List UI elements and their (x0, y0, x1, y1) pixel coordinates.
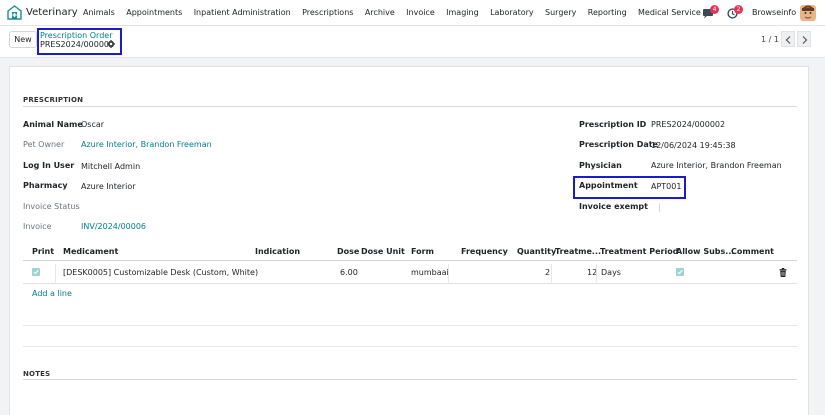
activity-count-badge: 2 (734, 5, 743, 14)
col-quantity[interactable]: Quantity (517, 247, 556, 256)
chevron-left-icon (785, 36, 791, 44)
col-medicament[interactable]: Medicament (63, 247, 118, 256)
avatar[interactable] (800, 5, 816, 21)
appointment-field[interactable]: APT001 (651, 182, 681, 191)
invoice-exempt-checkbox[interactable] (659, 203, 660, 212)
col-dose[interactable]: Dose (337, 247, 359, 256)
check-icon (33, 269, 39, 275)
app-name[interactable]: Veterinary (26, 7, 78, 18)
chevron-right-icon (802, 36, 808, 44)
company-name[interactable]: Browseinfo (752, 8, 796, 17)
menu-reporting[interactable]: Reporting (588, 8, 627, 17)
cell-divider (55, 264, 56, 282)
prescription-section-divider (23, 106, 797, 107)
menu-medical-service[interactable]: Medical Service (638, 8, 701, 17)
animal-name-field[interactable]: Oscar (81, 120, 104, 129)
login-user-label: Log In User (23, 161, 75, 170)
pharmacy-field[interactable]: Azure Interior (81, 182, 136, 191)
breadcrumb-current: PRES2024/000002 (40, 40, 115, 49)
menu-archive[interactable]: Archive (365, 8, 395, 17)
menu-imaging[interactable]: Imaging (446, 8, 479, 17)
menu-animals[interactable]: Animals (83, 8, 115, 17)
prescription-id-field: PRES2024/000002 (651, 120, 726, 129)
invoice-status-label: Invoice Status (23, 202, 80, 211)
pager-previous-button[interactable] (781, 31, 795, 47)
prescription-date-field[interactable]: 12/06/2024 19:45:38 (651, 141, 736, 150)
chat-count-badge: 4 (710, 5, 719, 14)
cell-divider (551, 264, 552, 282)
col-treatment[interactable]: Treatme... (555, 247, 601, 256)
quantity-cell[interactable]: 2 (545, 268, 550, 277)
pager-next-button[interactable] (797, 31, 811, 47)
menu-laboratory[interactable]: Laboratory (490, 8, 534, 17)
new-button[interactable]: New (9, 31, 37, 48)
menu-inpatient-administration[interactable]: Inpatient Administration (194, 8, 291, 17)
dose-cell[interactable]: 6.00 (340, 268, 358, 277)
veterinary-app-icon[interactable] (7, 5, 22, 20)
col-form[interactable]: Form (411, 247, 434, 256)
menu-invoice[interactable]: Invoice (406, 8, 435, 17)
form-cell[interactable]: mumbaai (411, 268, 449, 277)
main-menu: Animals Appointments Inpatient Administr… (83, 8, 712, 17)
add-line-link[interactable]: Add a line (32, 289, 72, 298)
form-sheet (9, 66, 809, 415)
breadcrumb-parent[interactable]: Prescription Order (40, 31, 112, 40)
notes-top-divider (23, 346, 797, 347)
pet-owner-field[interactable]: Azure Interior, Brandon Freeman (81, 140, 212, 149)
cell-divider (448, 264, 449, 282)
table-row-divider (23, 283, 797, 284)
cell-divider (596, 264, 597, 282)
physician-field[interactable]: Azure Interior, Brandon Freeman (651, 161, 782, 170)
login-user-field[interactable]: Mitchell Admin (81, 162, 140, 171)
trash-icon[interactable] (779, 268, 787, 277)
top-navbar: Veterinary Animals Appointments Inpatien… (0, 0, 825, 26)
col-dose-unit[interactable]: Dose Unit (361, 247, 405, 256)
invoice-exempt-label: Invoice exempt (579, 202, 648, 211)
print-checkbox[interactable] (32, 268, 40, 276)
notes-section-title: NOTES (23, 370, 51, 378)
prescription-date-label: Prescription Date (579, 140, 658, 149)
pharmacy-label: Pharmacy (23, 181, 68, 190)
animal-name-label: Animal Name (23, 120, 83, 129)
menu-prescriptions[interactable]: Prescriptions (302, 8, 353, 17)
menu-surgery[interactable]: Surgery (545, 8, 576, 17)
check-icon (677, 269, 683, 275)
table-bottom-divider (23, 325, 797, 326)
prescription-section-title: PRESCRIPTION (23, 96, 84, 104)
col-comment[interactable]: Comment (731, 247, 774, 256)
prescription-id-label: Prescription ID (579, 120, 647, 129)
physician-label: Physician (579, 161, 622, 170)
col-indication[interactable]: Indication (255, 247, 300, 256)
allow-subs-checkbox[interactable] (676, 268, 684, 276)
col-treatment-period[interactable]: Treatment Period (600, 247, 678, 256)
gear-icon[interactable] (107, 40, 115, 48)
pager-value[interactable]: 1 / 1 (761, 35, 779, 44)
invoice-field[interactable]: INV/2024/00006 (81, 222, 146, 231)
col-allow-subs[interactable]: Allow Subs... (676, 247, 734, 256)
user-avatar-icon (800, 5, 816, 21)
notes-section-divider (23, 379, 797, 380)
menu-appointments[interactable]: Appointments (126, 8, 182, 17)
control-panel (0, 26, 825, 58)
treatment-period-cell[interactable]: Days (601, 268, 621, 277)
invoice-label: Invoice (23, 222, 52, 231)
medicament-cell[interactable]: [DESK0005] Customizable Desk (Custom, Wh… (63, 268, 258, 277)
col-frequency[interactable]: Frequency (461, 247, 508, 256)
pet-owner-label: Pet Owner (23, 140, 65, 149)
appointment-label: Appointment (579, 181, 638, 190)
col-print[interactable]: Print (32, 247, 54, 256)
table-header-divider (23, 260, 797, 261)
